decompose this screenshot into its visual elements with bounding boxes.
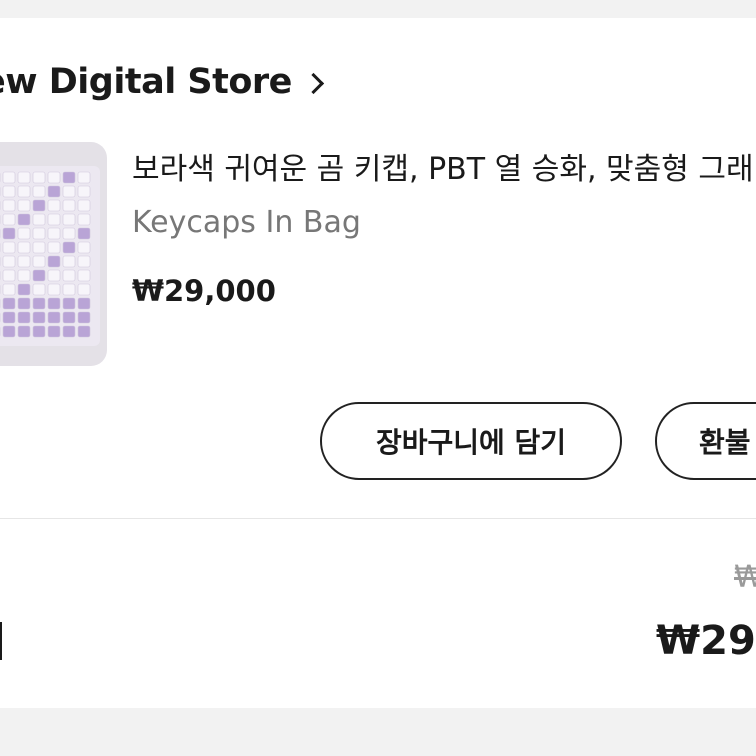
keycap [17,213,31,226]
keycap [17,297,31,310]
keycap [77,227,91,240]
keycap [77,185,91,198]
keycap [2,227,16,240]
keycap [62,199,76,212]
keycap [2,171,16,184]
keycap [62,213,76,226]
keycap [2,297,16,310]
keycap [77,255,91,268]
product-option: Keycaps In Bag [132,205,361,240]
keycap [17,311,31,324]
keycap [32,297,46,310]
divider [0,518,756,519]
keycap [62,311,76,324]
keycap [62,241,76,254]
keycap [77,325,91,338]
keycap [2,325,16,338]
refund-button[interactable]: 환불 [655,402,756,480]
keycap [17,199,31,212]
keycap [32,241,46,254]
keycap [17,185,31,198]
store-name: ew Digital Store [0,62,292,102]
keycap [62,171,76,184]
keycap [17,269,31,282]
keycap [2,185,16,198]
product-title[interactable]: 보라색 귀여운 곰 키캡, PBT 열 승화, 맞춤형 그래 [132,144,754,188]
keycap [47,269,61,282]
keycap [47,311,61,324]
keycap [77,283,91,296]
keycap [2,283,16,296]
keycap [47,171,61,184]
keycap [2,241,16,254]
keycap [47,185,61,198]
keycap [32,269,46,282]
keycap [77,171,91,184]
keycap [2,255,16,268]
keycap [77,241,91,254]
keycap [32,255,46,268]
keycap [62,297,76,310]
keycap [32,325,46,338]
keycap [32,185,46,198]
order-item-card [0,18,756,708]
summary-label-fragment [0,622,2,660]
keycap [62,283,76,296]
keycap [62,227,76,240]
keycap [17,255,31,268]
keycap [17,325,31,338]
keycap [17,171,31,184]
keycap [62,185,76,198]
keyboard-keycaps-image [0,166,100,346]
keycap [17,227,31,240]
add-to-cart-button[interactable]: 장바구니에 담기 [320,402,622,480]
keycap [2,269,16,282]
keycap [32,171,46,184]
keycap [77,297,91,310]
final-price: ₩29,0 [656,618,756,664]
keycap [77,199,91,212]
keycap [62,325,76,338]
keycap [32,227,46,240]
store-link[interactable]: ew Digital Store [0,58,324,106]
keycap [47,227,61,240]
keycap [62,269,76,282]
keycap [47,297,61,310]
keycap [47,241,61,254]
keycap [47,255,61,268]
keycap [32,199,46,212]
keycap [32,311,46,324]
chevron-right-icon [302,72,324,94]
keycap [47,199,61,212]
keycap [77,213,91,226]
product-price: ₩29,000 [132,274,276,308]
product-thumbnail[interactable] [0,142,107,366]
keycap [47,325,61,338]
page: ew Digital Store 보라색 귀여운 곰 키캡, PBT 열 승화,… [0,0,756,756]
keycap [47,213,61,226]
original-price: ₩ [734,560,756,595]
keycap [62,255,76,268]
keycap [2,311,16,324]
keycap [77,311,91,324]
keycap [32,283,46,296]
keycap [47,283,61,296]
keycap [77,269,91,282]
keycap [2,199,16,212]
keycap [2,213,16,226]
keycap [17,283,31,296]
keycap [17,241,31,254]
keycap [32,213,46,226]
